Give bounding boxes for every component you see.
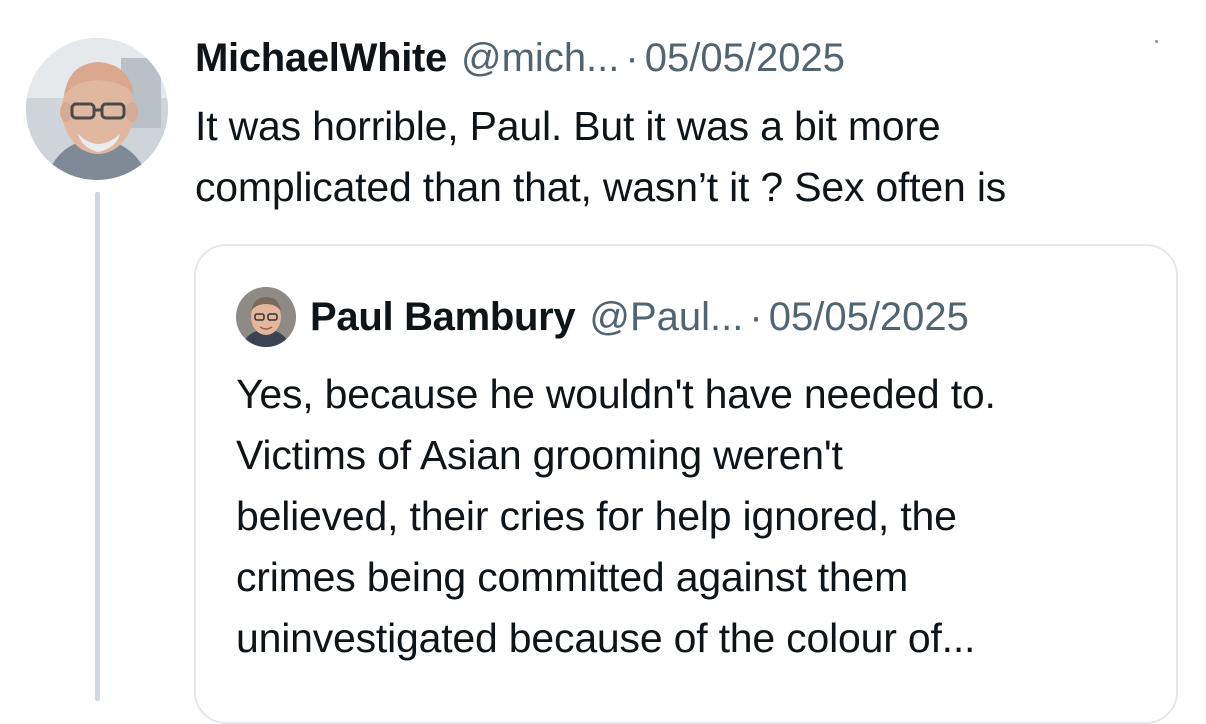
thread-connector-line <box>95 192 100 701</box>
quoted-tweet-date[interactable]: 05/05/2025 <box>769 295 969 340</box>
quoted-tweet-text: Yes, because he wouldn't have needed to.… <box>236 371 996 661</box>
more-dot-icon[interactable] <box>1155 40 1158 43</box>
quoted-header-separator: · <box>749 294 763 339</box>
tweet-date[interactable]: 05/05/2025 <box>645 36 845 81</box>
tweet-text: It was horrible, Paul. But it was a bit … <box>195 103 1007 210</box>
author-handle[interactable]: @mich... <box>461 36 619 81</box>
tweet-header: MichaelWhite @mich... · 05/05/2025 <box>195 36 845 86</box>
quoted-author-handle[interactable]: @Paul... <box>589 295 743 340</box>
avatar-image <box>26 38 168 180</box>
quoted-tweet-header: Paul Bambury @Paul... · 05/05/2025 <box>236 286 969 348</box>
quoted-tweet-card[interactable]: Paul Bambury @Paul... · 05/05/2025 Yes, … <box>194 244 1178 724</box>
author-name[interactable]: MichaelWhite <box>195 36 447 81</box>
quoted-avatar-image <box>236 287 296 347</box>
author-avatar[interactable] <box>26 38 168 180</box>
quoted-author-avatar[interactable] <box>236 287 296 347</box>
quoted-author-name[interactable]: Paul Bambury <box>310 295 576 340</box>
header-separator: · <box>625 36 639 80</box>
